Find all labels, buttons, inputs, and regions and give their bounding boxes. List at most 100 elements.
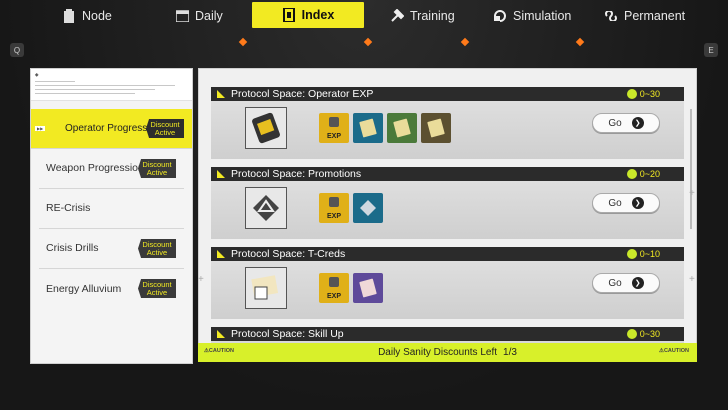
protocol-header: Protocol Space: T-Creds 0~10	[211, 247, 684, 261]
battle-record-icon[interactable]	[353, 113, 383, 143]
calendar-icon	[175, 9, 189, 23]
scrollbar[interactable]	[690, 109, 692, 229]
plus-decoration: +	[689, 274, 695, 285]
protocol-title: Protocol Space: Promotions	[231, 168, 362, 180]
tab-node[interactable]: Node	[62, 0, 112, 32]
protocol-card: Protocol Space: Promotions 0~20 EXP Go ❯	[211, 167, 684, 239]
chevron-right-icon: ❯	[631, 117, 644, 129]
drop-list: EXP	[319, 113, 451, 143]
go-button-label: Go	[608, 197, 622, 209]
protocol-card: Protocol Space: Operator EXP 0~30 EXP Go…	[211, 87, 684, 159]
protocol-title: Protocol Space: Operator EXP	[231, 88, 374, 100]
discount-badge: Discount Active	[138, 279, 176, 298]
protocol-header: Protocol Space: Skill Up 0~30	[211, 327, 684, 341]
battle-record-icon[interactable]	[387, 113, 417, 143]
go-button-label: Go	[608, 277, 622, 289]
corner-mark-icon	[217, 170, 225, 178]
notification-marker	[575, 37, 585, 47]
drop-list: EXP	[319, 193, 383, 223]
logo-icon: ◈	[35, 72, 39, 77]
sanity-range: 0~30	[626, 88, 660, 100]
sanity-discount-footer: ⚠CAUTION Daily Sanity Discounts Left 1/3…	[198, 343, 697, 362]
protocol-card: Protocol Space: T-Creds 0~10 EXP Go ❯	[211, 247, 684, 319]
exp-battery-icon	[252, 112, 280, 144]
category-label: Crisis Drills	[46, 242, 99, 254]
chevron-right-icon: ❯	[631, 277, 644, 289]
t-creds-icon	[251, 275, 279, 300]
category-weapon-progression[interactable]: Weapon Progression Discount Active	[39, 149, 184, 189]
tab-permanent[interactable]: Permanent	[604, 0, 685, 32]
tab-simulation[interactable]: Simulation	[493, 0, 571, 32]
protocol-body: EXP Go ❯	[211, 181, 684, 239]
discount-badge: Discount Active	[138, 239, 176, 258]
discount-label: Daily Sanity Discounts Left	[378, 347, 498, 358]
exp-item-icon[interactable]: EXP	[319, 113, 349, 143]
protocol-body: EXP Go ❯	[211, 261, 684, 319]
go-button-label: Go	[608, 117, 622, 129]
discount-badge: Discount Active	[138, 159, 176, 178]
clipboard-icon	[62, 9, 76, 23]
protocol-thumbnail	[245, 187, 287, 229]
protocol-title: Protocol Space: Skill Up	[231, 328, 344, 340]
key-hint-q: Q	[10, 43, 24, 57]
tab-label: Permanent	[624, 9, 686, 23]
plus-decoration: +	[198, 274, 204, 285]
infinity-icon	[604, 9, 618, 23]
notification-marker	[460, 37, 470, 47]
go-button[interactable]: Go ❯	[592, 273, 660, 293]
chevron-right-icon: ❯	[631, 197, 644, 209]
sanity-range: 0~30	[626, 328, 660, 340]
category-panel-header: ◈	[31, 69, 192, 101]
t-creds-item-icon[interactable]	[353, 273, 383, 303]
sanity-range-value: 0~20	[639, 169, 660, 179]
tab-label: Index	[301, 8, 335, 22]
protocol-body: EXP Go ❯	[211, 101, 684, 159]
sanity-range-value: 0~30	[639, 89, 660, 99]
protocol-header: Protocol Space: Operator EXP 0~30	[211, 87, 684, 101]
notification-marker	[363, 37, 373, 47]
protocol-list: Protocol Space: Operator EXP 0~30 EXP Go…	[198, 68, 697, 362]
battle-record-icon[interactable]	[421, 113, 451, 143]
index-icon	[282, 8, 296, 22]
category-energy-alluvium[interactable]: Energy Alluvium Discount Active	[39, 269, 184, 309]
notification-marker	[238, 37, 248, 47]
go-button[interactable]: Go ❯	[592, 113, 660, 133]
chip-item-icon[interactable]	[353, 193, 383, 223]
sanity-icon	[626, 169, 637, 179]
category-operator-progression[interactable]: ▶▶ Operator Progression Discount Active	[31, 109, 192, 149]
protocol-header: Protocol Space: Promotions 0~20	[211, 167, 684, 181]
discount-count: 1/3	[503, 347, 517, 358]
caution-label: ⚠CAUTION	[659, 348, 689, 354]
tab-label: Training	[410, 9, 455, 23]
protocol-thumbnail	[245, 267, 287, 309]
chip-icon	[253, 195, 279, 221]
sanity-icon	[626, 89, 637, 99]
category-re-crisis[interactable]: RE-Crisis	[39, 189, 184, 229]
plus-decoration: +	[689, 188, 695, 199]
category-panel: ◈ ▶▶ Operator Progression Discount Activ…	[30, 68, 193, 364]
tab-training[interactable]: Training	[390, 0, 455, 32]
tab-index[interactable]: Index	[252, 2, 364, 28]
tab-daily[interactable]: Daily	[175, 0, 223, 32]
sanity-range: 0~20	[626, 168, 660, 180]
discount-badge: Discount Active	[146, 119, 184, 138]
category-label: Operator Progression	[65, 123, 161, 134]
sanity-range-value: 0~30	[639, 329, 660, 339]
corner-mark-icon	[217, 250, 225, 258]
tab-label: Node	[82, 9, 112, 23]
category-label: Weapon Progression	[46, 162, 144, 174]
key-hint-e: E	[704, 43, 718, 57]
sanity-icon	[626, 249, 637, 259]
exp-item-icon[interactable]: EXP	[319, 193, 349, 223]
tab-label: Daily	[195, 9, 223, 23]
protocol-title: Protocol Space: T-Creds	[231, 248, 346, 260]
category-crisis-drills[interactable]: Crisis Drills Discount Active	[39, 229, 184, 269]
drop-list: EXP	[319, 273, 383, 303]
sanity-range: 0~10	[626, 248, 660, 260]
protocol-thumbnail	[245, 107, 287, 149]
hammer-icon	[390, 9, 404, 23]
selected-indicator: ▶▶	[35, 126, 46, 131]
exp-item-icon[interactable]: EXP	[319, 273, 349, 303]
go-button[interactable]: Go ❯	[592, 193, 660, 213]
caution-label: ⚠CAUTION	[204, 348, 234, 354]
